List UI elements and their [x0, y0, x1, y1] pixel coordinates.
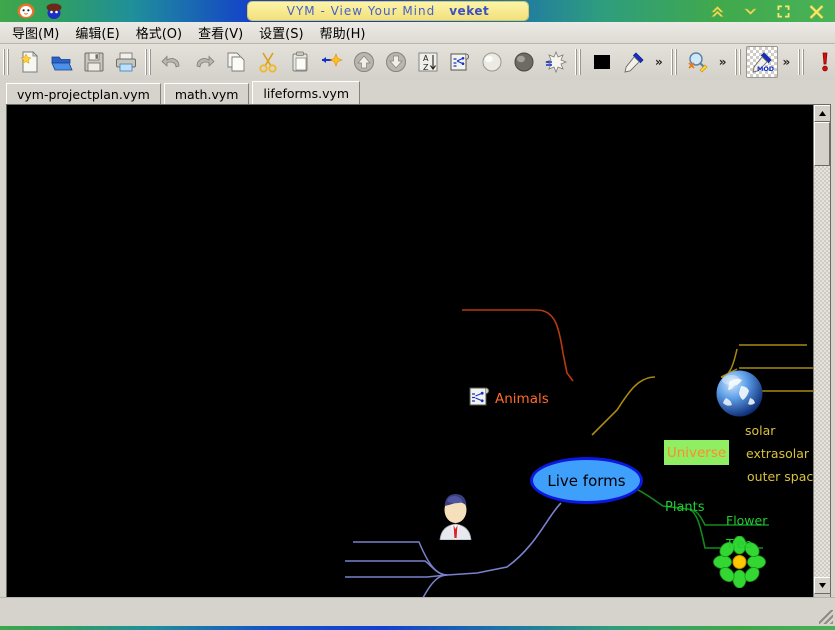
save-map-button[interactable] — [78, 46, 110, 78]
center-node[interactable]: Live forms — [530, 457, 643, 504]
resize-grip[interactable] — [819, 610, 833, 624]
move-down-button[interactable] — [380, 46, 412, 78]
secondary-app-icon — [44, 1, 64, 21]
tab-label: math.vym — [174, 86, 239, 102]
map-connectors — [345, 309, 813, 600]
app-icon — [16, 1, 36, 21]
child-tree[interactable]: Tree — [726, 536, 752, 551]
window-user-label: veket — [449, 4, 490, 18]
window-title-plate: VYM - View Your Mind veket — [248, 2, 528, 20]
zoom-reset-button[interactable] — [682, 46, 714, 78]
tab-math[interactable]: math.vym — [163, 83, 250, 104]
menu-view[interactable]: 查看(V) — [190, 21, 251, 44]
scroll-branch-button[interactable] — [476, 46, 508, 78]
center-node-label: Live forms — [547, 471, 626, 490]
scroll-down-button[interactable] — [814, 577, 830, 594]
toolbar-grip-mode[interactable] — [733, 49, 743, 75]
tab-lifeforms[interactable]: lifeforms.vym — [252, 81, 361, 104]
tab-label: vym-projectplan.vym — [17, 86, 150, 102]
person-avatar-icon — [435, 490, 476, 540]
shade-button[interactable] — [709, 3, 726, 20]
redo-button[interactable] — [188, 46, 220, 78]
note-editor-button[interactable] — [444, 46, 476, 78]
color-group-overflow[interactable]: » — [650, 55, 668, 69]
color-picker-button[interactable] — [618, 46, 650, 78]
tab-label: lifeforms.vym — [263, 85, 350, 101]
mode-toggle-button[interactable]: MODE — [745, 46, 778, 78]
child-outer-space[interactable]: outer space — [747, 469, 813, 484]
status-bar — [0, 597, 835, 626]
toolbar-grip-edit[interactable] — [144, 49, 153, 75]
animals-note-icon[interactable] — [469, 386, 492, 408]
title-bar: VYM - View Your Mind veket — [0, 0, 835, 22]
paste-button[interactable] — [284, 46, 316, 78]
cut-button[interactable] — [252, 46, 284, 78]
menu-bar: 导图(M) 编辑(E) 格式(O) 查看(V) 设置(S) 帮助(H) — [0, 22, 835, 44]
document-tabs: vym-projectplan.vym math.vym lifeforms.v… — [0, 80, 835, 104]
vertical-scroll-track[interactable] — [814, 166, 830, 577]
branch-universe-label: Universe — [666, 444, 727, 461]
undo-button[interactable] — [156, 46, 188, 78]
branch-animals[interactable]: Animals — [495, 391, 549, 407]
toolbar-grip-flags[interactable] — [797, 49, 807, 75]
tool-bar: A Z » » MOD » — [0, 44, 835, 81]
window-controls — [709, 0, 831, 22]
move-up-button[interactable] — [348, 46, 380, 78]
flag-button[interactable] — [540, 46, 572, 78]
menu-settings[interactable]: 设置(S) — [251, 21, 311, 44]
new-map-button[interactable] — [14, 46, 46, 78]
toolbar-grip-file[interactable] — [2, 49, 11, 75]
map-canvas-frame: Animals Universe solar extrasolar outer … — [6, 104, 831, 618]
menu-edit[interactable]: 编辑(E) — [67, 21, 127, 44]
tab-vym-projectplan[interactable]: vym-projectplan.vym — [6, 83, 161, 104]
maximize-button[interactable] — [775, 3, 792, 20]
svg-text:MODE: MODE — [757, 65, 774, 73]
sort-button[interactable]: A Z — [412, 46, 444, 78]
scroll-up-button[interactable] — [814, 105, 830, 122]
earth-globe-icon — [714, 368, 765, 419]
open-map-button[interactable] — [46, 46, 78, 78]
menu-map[interactable]: 导图(M) — [4, 21, 67, 44]
app-window: 导图(M) 编辑(E) 格式(O) 查看(V) 设置(S) 帮助(H) A Z … — [0, 22, 835, 626]
child-solar[interactable]: solar — [745, 423, 775, 438]
menu-format[interactable]: 格式(O) — [128, 21, 190, 44]
exclamation-flag-button[interactable] — [809, 46, 835, 78]
svg-text:A: A — [423, 54, 429, 63]
zoom-group-overflow[interactable]: » — [714, 55, 732, 69]
menu-help[interactable]: 帮助(H) — [312, 21, 374, 44]
copy-button[interactable] — [220, 46, 252, 78]
branch-plants[interactable]: Plants — [665, 500, 705, 515]
unscroll-branch-button[interactable] — [508, 46, 540, 78]
vertical-scrollbar[interactable] — [813, 105, 830, 600]
child-flower[interactable]: Flower — [726, 513, 767, 528]
child-extrasolar[interactable]: extrasolar — [746, 446, 809, 461]
close-button[interactable] — [808, 3, 825, 20]
map-canvas[interactable]: Animals Universe solar extrasolar outer … — [7, 105, 813, 600]
minimize-button[interactable] — [742, 3, 759, 20]
mode-group-overflow[interactable]: » — [778, 55, 796, 69]
add-branch-button[interactable] — [316, 46, 348, 78]
color-swatch-button[interactable] — [586, 46, 618, 78]
branch-universe[interactable]: Universe — [664, 440, 729, 465]
window-title: VYM - View Your Mind — [286, 4, 436, 18]
print-map-button[interactable] — [110, 46, 142, 78]
toolbar-grip-color[interactable] — [574, 49, 583, 75]
toolbar-grip-zoom[interactable] — [669, 49, 679, 75]
vertical-scroll-thumb[interactable] — [814, 122, 830, 166]
svg-text:Z: Z — [423, 63, 429, 72]
